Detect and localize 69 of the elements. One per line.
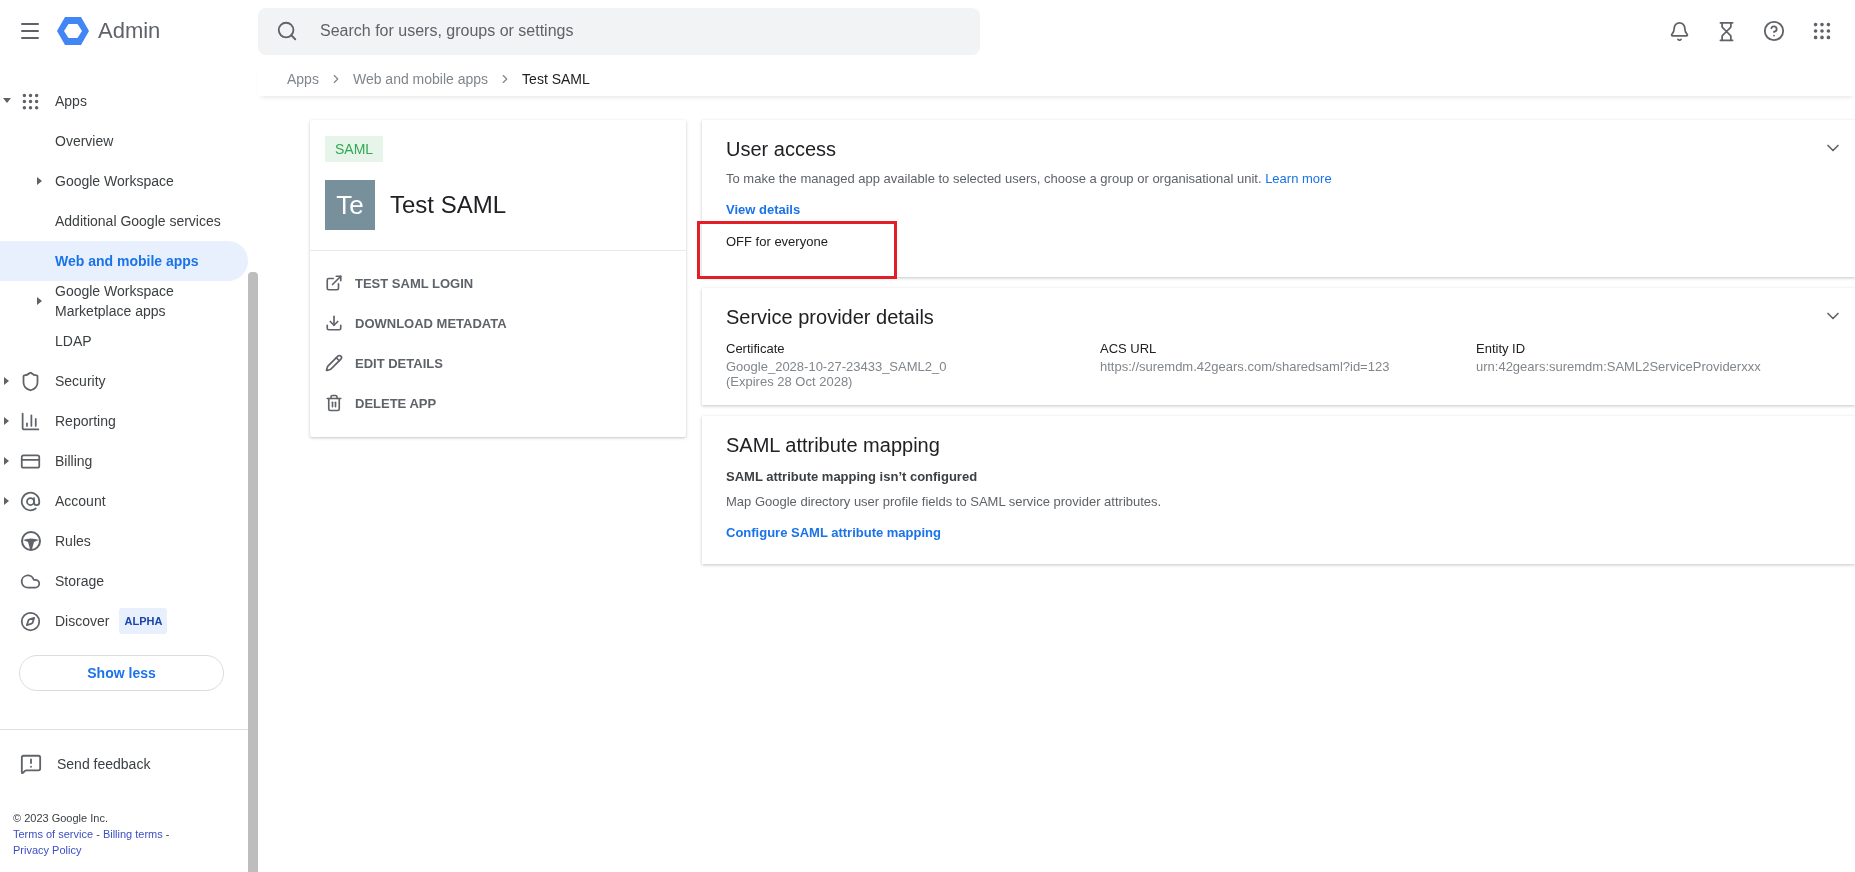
field-value: https://suremdm.42gears.com/sharedsaml?id=123 xyxy=(1100,359,1391,374)
field-label: ACS URL xyxy=(1100,341,1158,356)
configure-link[interactable]: Configure SAML attribute mapping xyxy=(726,525,941,540)
action-button[interactable]: EDIT DETAILS xyxy=(310,343,686,383)
app-name: Test SAML xyxy=(390,191,507,219)
bar-chart-icon xyxy=(20,410,41,432)
panel-title: User access xyxy=(726,138,837,161)
help-button[interactable] xyxy=(1763,20,1785,42)
footer-link[interactable]: Privacy Policy xyxy=(13,844,82,856)
learn-more-link[interactable]: Learn more xyxy=(1265,171,1332,186)
pencil-icon xyxy=(325,354,343,372)
external-link-icon xyxy=(325,274,343,292)
sidebar-item[interactable]: Google Workspace xyxy=(0,161,248,201)
sidebar-item[interactable]: Reporting xyxy=(0,401,248,441)
sidebar-item[interactable]: Discover ALPHA xyxy=(0,601,248,641)
trash-icon xyxy=(325,394,343,412)
feedback-icon xyxy=(20,753,42,775)
panel-title: Service provider details xyxy=(726,306,934,329)
send-feedback-button[interactable]: Send feedback xyxy=(20,746,248,782)
sidebar-item[interactable]: Overview xyxy=(0,121,248,161)
view-details-link[interactable]: View details xyxy=(726,202,801,217)
sidebar-item[interactable]: Additional Google services xyxy=(0,201,248,241)
field-value: urn:42gears:suremdm:SAML2ServiceProviderxxx xyxy=(1476,359,1762,374)
field-label: Certificate xyxy=(726,341,786,356)
at-sign-icon xyxy=(20,490,41,512)
sidebar-item[interactable]: Rules xyxy=(0,521,248,561)
description-text: Map Google directory user profile fields to SAML service provider attributes. xyxy=(726,494,1163,509)
sidebar-item[interactable]: Billing xyxy=(0,441,248,481)
shield-icon xyxy=(20,370,41,392)
sidebar-item[interactable]: Security xyxy=(0,361,248,401)
scrollbar-thumb[interactable] xyxy=(248,272,258,872)
action-button[interactable]: DELETE APP xyxy=(310,383,686,423)
footer-link[interactable]: Terms of service xyxy=(13,828,94,840)
expiry-note: (Expires 28 Oct 2028) xyxy=(726,374,854,389)
alpha-badge: ALPHA xyxy=(119,608,168,634)
panel-title: SAML attribute mapping xyxy=(726,434,940,457)
app-avatar: Te xyxy=(325,180,375,230)
field-label: Entity ID xyxy=(1476,341,1527,356)
breadcrumb-link[interactable]: Apps xyxy=(287,71,319,87)
compass-icon xyxy=(20,610,41,632)
sidebar-item[interactable]: LDAP xyxy=(0,321,248,361)
field-value: Google_2028-10-27-23433_SAML2_0 xyxy=(726,359,948,374)
sidebar-item[interactable]: Apps xyxy=(0,81,248,121)
steering-wheel-icon xyxy=(20,530,42,552)
action-button[interactable]: DOWNLOAD METADATA xyxy=(310,303,686,343)
download-icon xyxy=(325,314,343,332)
sidebar-item[interactable]: Storage xyxy=(0,561,248,601)
status-text: OFF for everyone xyxy=(726,234,828,249)
description-text: To make the managed app available to selected users, choose a group or organisational unit. Learn more xyxy=(726,171,1333,186)
current-page-title: Test SAML xyxy=(522,71,590,87)
search-input[interactable]: Search for users, groups or settings xyxy=(318,21,962,41)
show-less-button[interactable]: Show less xyxy=(19,655,224,691)
action-button[interactable]: TEST SAML LOGIN xyxy=(310,263,686,303)
status-heading: SAML attribute mapping isn’t configured xyxy=(726,469,979,484)
separator-text: - xyxy=(95,828,101,840)
saml-tag: SAML xyxy=(325,136,384,162)
search-field[interactable]: Search for users, groups or settings xyxy=(258,7,980,55)
breadcrumb-link[interactable]: Web and mobile apps xyxy=(352,71,489,87)
search-icon xyxy=(276,20,298,42)
apps-grid-button[interactable] xyxy=(1811,20,1833,42)
notifications-button[interactable] xyxy=(1669,20,1690,42)
sidebar-item[interactable]: Account xyxy=(0,481,248,521)
footer-link[interactable]: Billing terms xyxy=(102,828,163,840)
sidebar-item[interactable]: Google Workspace Marketplace apps xyxy=(0,281,248,321)
separator-text: - xyxy=(164,828,170,840)
hexagon-logo-icon xyxy=(56,16,90,46)
product-name: Admin xyxy=(98,18,161,44)
copyright-text: © 2023 Google Inc. xyxy=(13,811,109,826)
sidebar-item[interactable]: Web and mobile apps xyxy=(0,241,248,281)
